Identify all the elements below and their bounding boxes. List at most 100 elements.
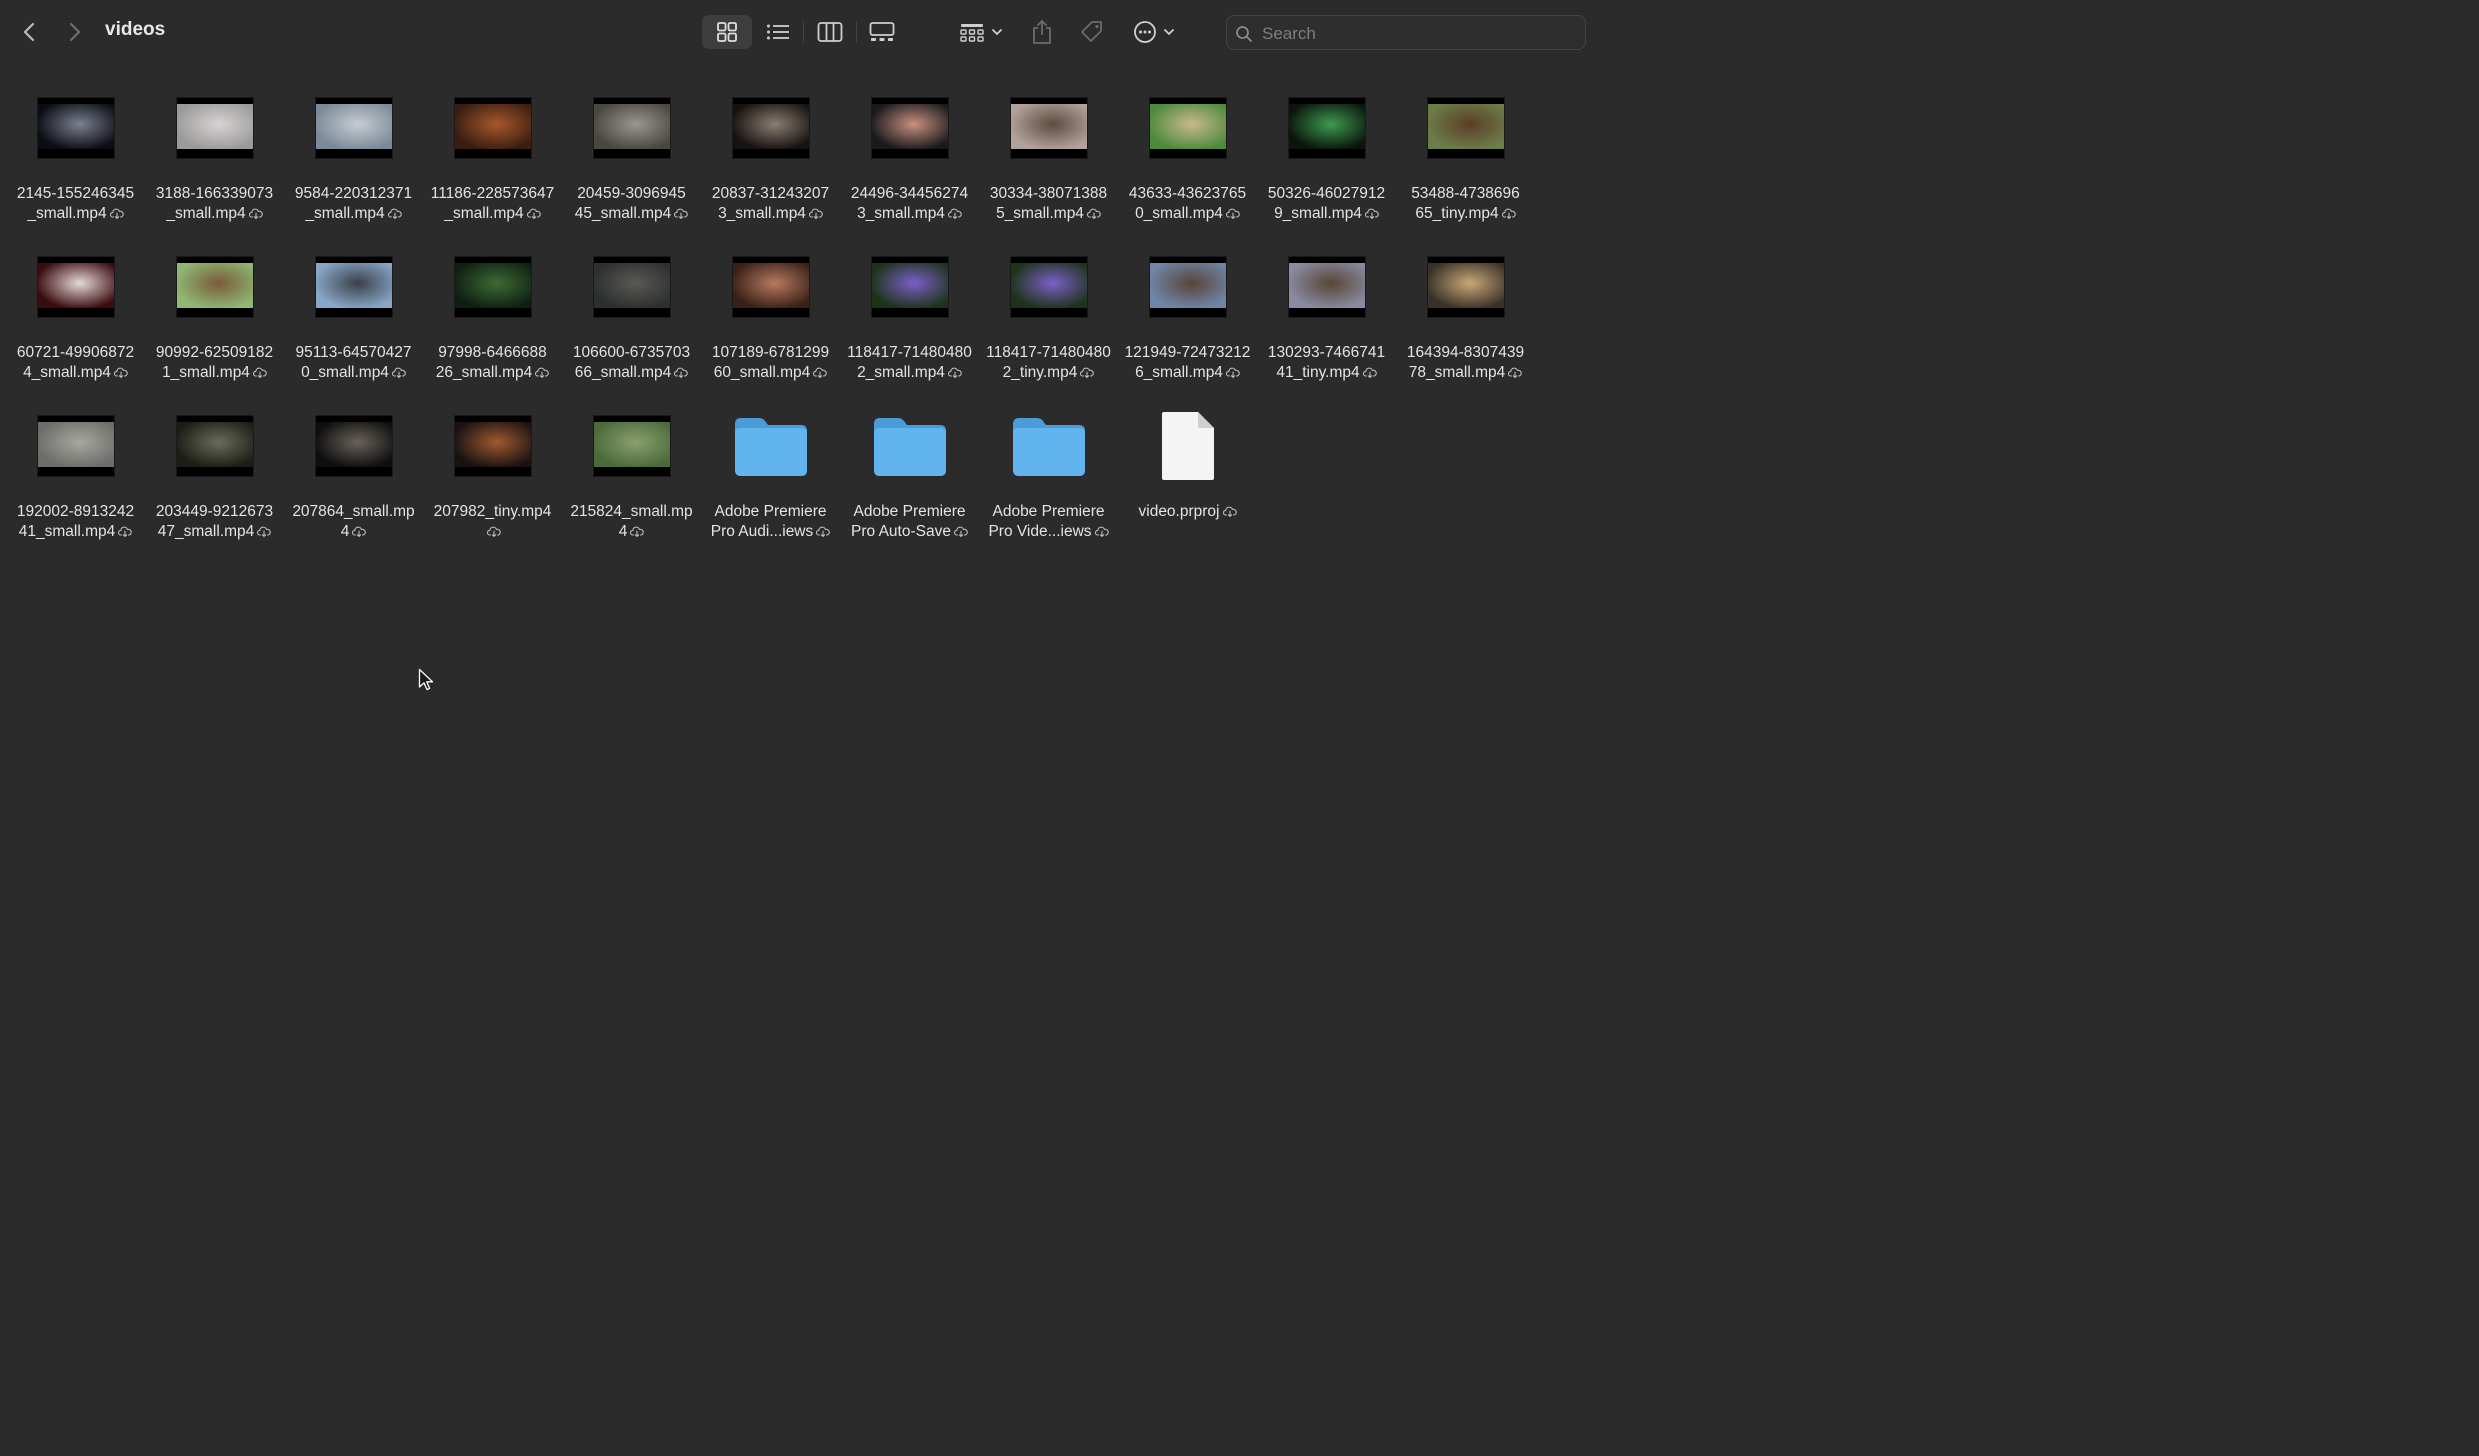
item-label: Adobe Premiere Pro Vide...iews [979,502,1118,542]
video-thumbnail [1427,257,1504,317]
icloud-download-icon [630,526,645,537]
video-thumbnail [1149,98,1226,158]
thumbnail-image [1010,263,1087,308]
item-label: 24496-34456274 3_small.mp4 [840,184,979,224]
video-file-item[interactable]: 43633-43623765 0_small.mp4 [1118,78,1257,228]
video-file-item[interactable]: 121949-72473212 6_small.mp4 [1118,237,1257,387]
folder-item[interactable]: Adobe Premiere Pro Vide...iews [979,396,1118,546]
icloud-download-icon [1508,367,1523,378]
share-button[interactable] [1024,15,1060,49]
chevron-left-icon [23,22,35,42]
video-thumbnail [37,98,114,158]
item-icon-area [1118,396,1257,496]
video-thumbnail [315,98,392,158]
video-file-item[interactable]: 60721-49906872 4_small.mp4 [6,237,145,387]
item-label-line2: 60_small.mp4 [713,364,811,381]
video-file-item[interactable]: 97998-6466688 26_small.mp4 [423,237,562,387]
thumbnail-image [1288,263,1365,308]
item-label-line2: 4 [618,523,628,540]
columns-icon [817,22,843,42]
item-label-line1: 9584-220312371 [294,185,413,202]
video-thumbnail [732,98,809,158]
more-actions-button[interactable] [1128,15,1180,49]
item-label-line1: 20837-31243207 [711,185,830,202]
video-file-item[interactable]: 207982_tiny.mp4 [423,396,562,546]
icloud-download-icon [1364,208,1379,219]
item-label-line1: 118417-71480480 [847,344,972,361]
item-label-line2: 9_small.mp4 [1274,205,1362,222]
icloud-download-icon [813,367,828,378]
group-by-button[interactable] [952,15,1010,49]
video-file-item[interactable]: 207864_small.mp 4 [284,396,423,546]
video-file-item[interactable]: 118417-71480480 2_small.mp4 [840,237,979,387]
file-item[interactable]: video.prproj [1118,396,1257,546]
back-button[interactable] [16,18,44,46]
item-icon-area [840,78,979,178]
thumbnail-image [871,263,948,308]
thumbnail-image [871,104,948,149]
video-thumbnail [454,257,531,317]
icloud-download-icon [387,208,402,219]
search-field[interactable] [1226,15,1586,50]
item-label: 203449-9212673 47_small.mp4 [145,502,284,542]
video-file-item[interactable]: 24496-34456274 3_small.mp4 [840,78,979,228]
item-icon-area [840,396,979,496]
thumbnail-image [1427,263,1504,308]
tag-button[interactable] [1074,15,1110,49]
video-file-item[interactable]: 192002-8913242 41_small.mp4 [6,396,145,546]
item-label-line1: 95113-64570427 [295,344,412,361]
item-label-line2: _small.mp4 [305,205,385,222]
folder-item[interactable]: Adobe Premiere Pro Audi...iews [701,396,840,546]
video-thumbnail [176,98,253,158]
video-file-item[interactable]: 2145-155246345 _small.mp4 [6,78,145,228]
video-file-item[interactable]: 20837-31243207 3_small.mp4 [701,78,840,228]
icloud-download-icon [1362,367,1377,378]
video-file-item[interactable]: 50326-46027912 9_small.mp4 [1257,78,1396,228]
item-label: Adobe Premiere Pro Auto-Save [840,502,979,542]
icloud-download-icon [391,367,406,378]
folder-item[interactable]: Adobe Premiere Pro Auto-Save [840,396,979,546]
item-label-line2: 41_tiny.mp4 [1276,364,1360,381]
item-icon-area [145,237,284,337]
item-icon-area [1396,78,1535,178]
item-label-line1: 24496-34456274 [850,185,969,202]
item-label-line1: 107189-6781299 [711,344,830,361]
item-icon-area [1118,78,1257,178]
video-file-item[interactable]: 107189-6781299 60_small.mp4 [701,237,840,387]
icloud-download-icon [352,526,367,537]
video-file-item[interactable]: 53488-4738696 65_tiny.mp4 [1396,78,1535,228]
video-file-item[interactable]: 130293-7466741 41_tiny.mp4 [1257,237,1396,387]
icon-view-button[interactable] [702,15,752,49]
item-label-line1: 60721-49906872 [16,344,135,361]
item-label-line2: 78_small.mp4 [1408,364,1506,381]
video-file-item[interactable]: 20459-3096945 45_small.mp4 [562,78,701,228]
item-label-line2: 3_small.mp4 [718,205,806,222]
item-icon-area [1396,237,1535,337]
video-thumbnail [593,98,670,158]
gallery-view-button[interactable] [858,15,906,49]
video-file-item[interactable]: 118417-71480480 2_tiny.mp4 [979,237,1118,387]
search-input[interactable] [1260,21,1564,47]
video-file-item[interactable]: 30334-38071388 5_small.mp4 [979,78,1118,228]
video-file-item[interactable]: 106600-6735703 66_small.mp4 [562,237,701,387]
video-file-item[interactable]: 203449-9212673 47_small.mp4 [145,396,284,546]
video-file-item[interactable]: 215824_small.mp 4 [562,396,701,546]
video-file-item[interactable]: 11186-228573647 _small.mp4 [423,78,562,228]
item-icon-area [284,396,423,496]
video-file-item[interactable]: 164394-8307439 78_small.mp4 [1396,237,1535,387]
column-view-button[interactable] [806,15,854,49]
item-icon-area [145,396,284,496]
video-file-item[interactable]: 3188-166339073 _small.mp4 [145,78,284,228]
item-icon-area [1257,78,1396,178]
list-view-button[interactable] [754,15,802,49]
icloud-download-icon [113,367,128,378]
item-label-line2: Pro Vide...iews [988,523,1092,540]
item-label: 60721-49906872 4_small.mp4 [6,343,145,383]
video-file-item[interactable]: 95113-64570427 0_small.mp4 [284,237,423,387]
forward-button[interactable] [60,18,88,46]
video-file-item[interactable]: 9584-220312371 _small.mp4 [284,78,423,228]
icloud-download-icon [535,367,550,378]
item-label: Adobe Premiere Pro Audi...iews [701,502,840,542]
video-file-item[interactable]: 90992-62509182 1_small.mp4 [145,237,284,387]
icloud-download-icon [947,367,962,378]
